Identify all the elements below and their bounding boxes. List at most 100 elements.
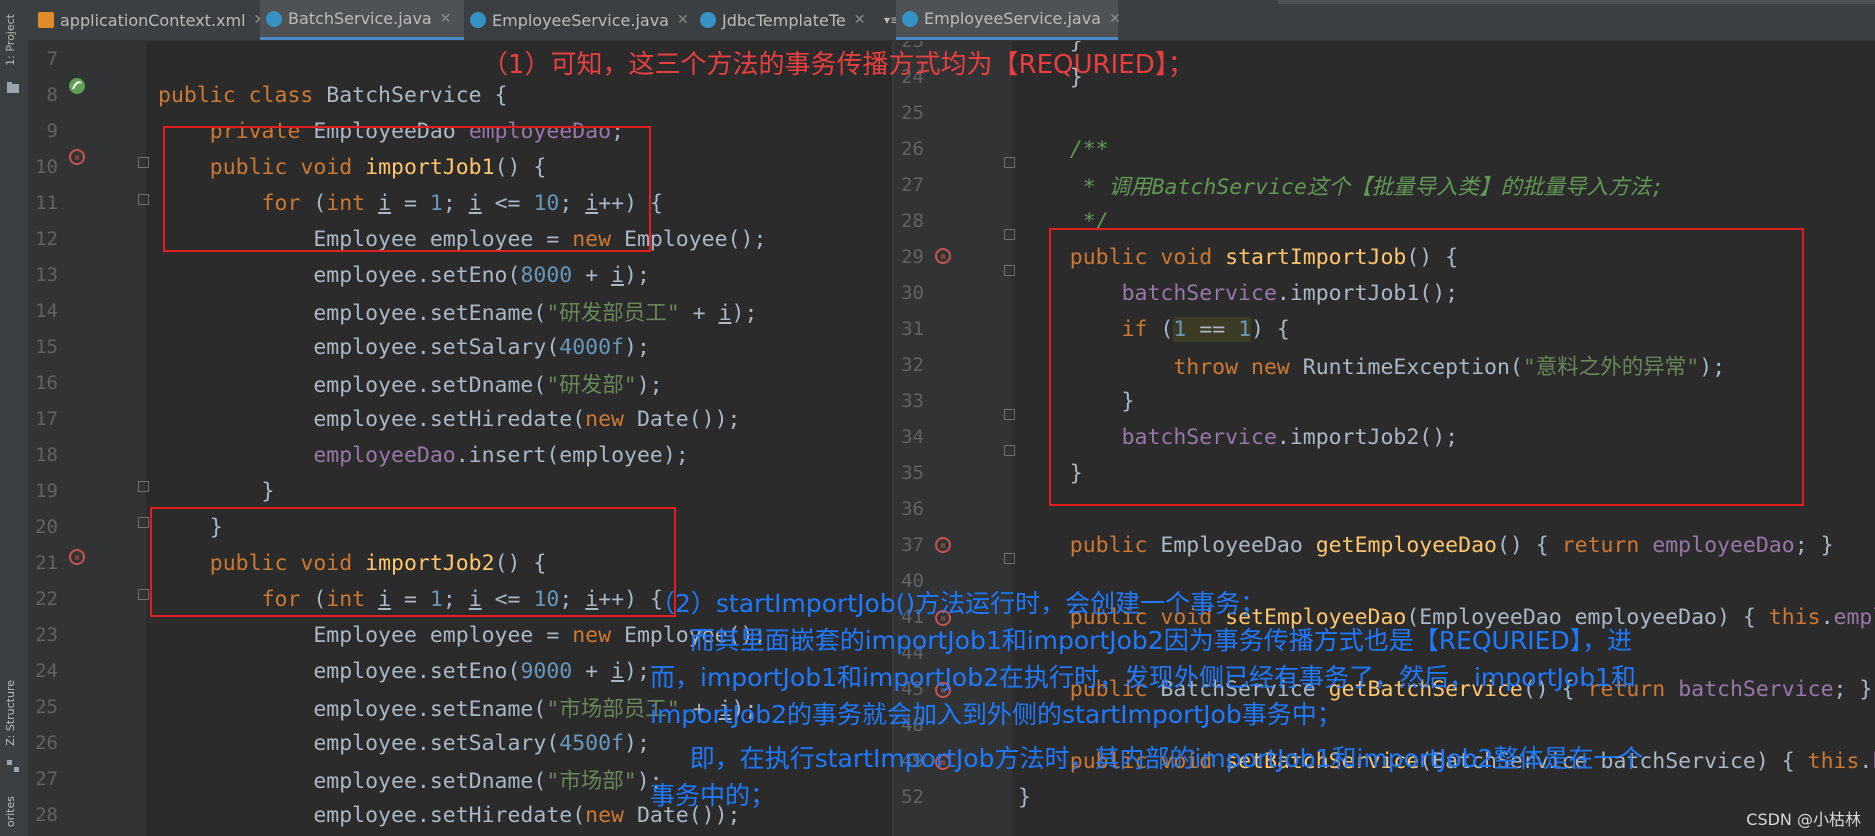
- line-number: 15: [35, 336, 58, 358]
- line-number: 21: [35, 552, 58, 574]
- line-number: 32: [901, 354, 924, 376]
- watermark: CSDN @小枯林: [1746, 810, 1861, 829]
- fold-icon[interactable]: [138, 517, 149, 528]
- java-class-icon: [700, 12, 716, 28]
- folder-icon: [7, 82, 19, 93]
- line-number: 9: [46, 120, 58, 142]
- code-line[interactable]: employee.setEno(8000 + i);: [158, 257, 650, 293]
- line-number: 16: [35, 372, 58, 394]
- code-line[interactable]: * 调用BatchService这个【批量导入类】的批量导入方法;: [1018, 167, 1664, 203]
- close-icon[interactable]: ✕: [440, 11, 452, 27]
- line-number: 23: [35, 624, 58, 646]
- line-number: 24: [35, 660, 58, 682]
- tab-employeeservice-java-right[interactable]: EmployeeService.java ✕: [896, 0, 1121, 40]
- tab-label: EmployeeService.java: [924, 9, 1101, 28]
- line-number: 22: [35, 588, 58, 610]
- line-number: 18: [35, 444, 58, 466]
- line-number: 28: [35, 804, 58, 826]
- tab-jdbctemplatetest[interactable]: JdbcTemplateTe ✕: [694, 0, 884, 40]
- code-line[interactable]: employeeDao.insert(employee);: [158, 437, 688, 473]
- line-number: 28: [901, 210, 924, 232]
- close-icon[interactable]: ✕: [1109, 11, 1121, 27]
- annotation-note-2-line-5: 即，在执行startImportJob方法时，其内部的importJob1和im…: [650, 744, 1644, 773]
- line-number: 34: [901, 426, 924, 448]
- code-line[interactable]: employee.setSalary(4500f);: [158, 725, 650, 761]
- code-line[interactable]: public class BatchService {: [158, 77, 508, 113]
- importjob2-highlight-box: [150, 507, 676, 617]
- line-number: 27: [35, 768, 58, 790]
- fold-icon[interactable]: [1004, 157, 1015, 168]
- fold-icon[interactable]: [138, 589, 149, 600]
- fold-icon[interactable]: [138, 481, 149, 492]
- line-number: 52: [901, 786, 924, 808]
- code-line[interactable]: public EmployeeDao getEmployeeDao() { re…: [1018, 527, 1834, 563]
- code-line[interactable]: employee.setEname("研发部员工" + i);: [158, 293, 757, 329]
- line-number: 12: [35, 228, 58, 250]
- java-class-icon: [470, 12, 486, 28]
- project-tool-window-button[interactable]: 1: Project: [4, 14, 17, 66]
- code-line[interactable]: employee.setSalary(4000f);: [158, 329, 650, 365]
- svg-text:m: m: [941, 541, 946, 550]
- code-line[interactable]: employee.setDname("市场部");: [158, 761, 662, 797]
- favorites-tool-window-button[interactable]: orites: [4, 796, 17, 827]
- line-number: 26: [35, 732, 58, 754]
- fold-icon[interactable]: [138, 194, 149, 205]
- line-number: 7: [46, 48, 58, 70]
- left-tool-strip: 1: Project Z: Structure orites: [0, 0, 29, 836]
- tab-employeeservice-java[interactable]: EmployeeService.java ✕: [464, 0, 694, 40]
- line-number: 17: [35, 408, 58, 430]
- java-class-icon: [902, 10, 918, 27]
- fold-icon[interactable]: [1004, 553, 1015, 564]
- svg-text:m: m: [75, 153, 80, 162]
- code-line[interactable]: employee.setHiredate(new Date());: [158, 401, 740, 437]
- code-line[interactable]: /**: [1018, 131, 1109, 167]
- line-number: 33: [901, 390, 924, 412]
- code-line[interactable]: employee.setEno(9000 + i);: [158, 653, 650, 689]
- tab-label: EmployeeService.java: [492, 10, 669, 30]
- line-number: 11: [35, 192, 58, 214]
- code-line[interactable]: }: [158, 473, 275, 509]
- line-number: 26: [901, 138, 924, 160]
- line-number: 35: [901, 462, 924, 484]
- line-number: 29: [901, 246, 924, 268]
- fold-icon[interactable]: [138, 157, 149, 168]
- tab-label: JdbcTemplateTe: [722, 10, 846, 30]
- line-number: 30: [901, 282, 924, 304]
- line-number: 25: [35, 696, 58, 718]
- fold-icon[interactable]: [1004, 445, 1015, 456]
- fold-icon[interactable]: [1004, 265, 1015, 276]
- tab-bar-edge: [1278, 0, 1875, 4]
- annotation-note-2-line-1: （2）startImportJob()方法运行时，会创建一个事务；: [650, 589, 1266, 618]
- tab-batchservice-java[interactable]: BatchService.java ✕: [260, 0, 464, 40]
- java-class-icon: [266, 10, 282, 27]
- code-line[interactable]: employee.setDname("研发部");: [158, 365, 662, 401]
- editor-tab-bar: applicationContext.xml ✕ BatchService.ja…: [28, 0, 1875, 41]
- transactional-method-icon[interactable]: m: [934, 536, 952, 554]
- xml-file-icon: [38, 12, 54, 28]
- transactional-method-icon[interactable]: m: [68, 548, 86, 566]
- startimportjob-highlight-box: [1049, 228, 1804, 506]
- transactional-method-icon[interactable]: m: [934, 247, 952, 265]
- structure-icon: [7, 760, 19, 772]
- line-number: 20: [35, 516, 58, 538]
- annotation-note-2-line-3: 而，importJob1和importJob2在执行时，发现外侧已经有事务了，然…: [650, 663, 1636, 692]
- tab-label: BatchService.java: [288, 9, 432, 28]
- fold-icon[interactable]: [1004, 229, 1015, 240]
- svg-text:m: m: [75, 553, 80, 562]
- annotation-note-2-line-2: 而其里面嵌套的importJob1和importJob2因为事务传播方式也是【R…: [650, 626, 1633, 655]
- annotation-note-2-line-6: 事务中的；: [650, 781, 776, 810]
- close-icon[interactable]: ✕: [854, 12, 866, 28]
- close-icon[interactable]: ✕: [677, 12, 689, 28]
- code-line[interactable]: }: [1018, 779, 1031, 815]
- spring-bean-icon[interactable]: [68, 77, 86, 95]
- structure-tool-window-button[interactable]: Z: Structure: [4, 680, 17, 746]
- line-number: 10: [35, 156, 58, 178]
- line-number: 27: [901, 174, 924, 196]
- line-number: 31: [901, 318, 924, 340]
- line-number: 8: [46, 84, 58, 106]
- tab-applicationcontext-xml[interactable]: applicationContext.xml ✕: [32, 0, 265, 40]
- fold-icon[interactable]: [1004, 409, 1015, 420]
- line-number: 37: [901, 534, 924, 556]
- tab-label: applicationContext.xml: [60, 10, 246, 30]
- transactional-method-icon[interactable]: m: [68, 148, 86, 166]
